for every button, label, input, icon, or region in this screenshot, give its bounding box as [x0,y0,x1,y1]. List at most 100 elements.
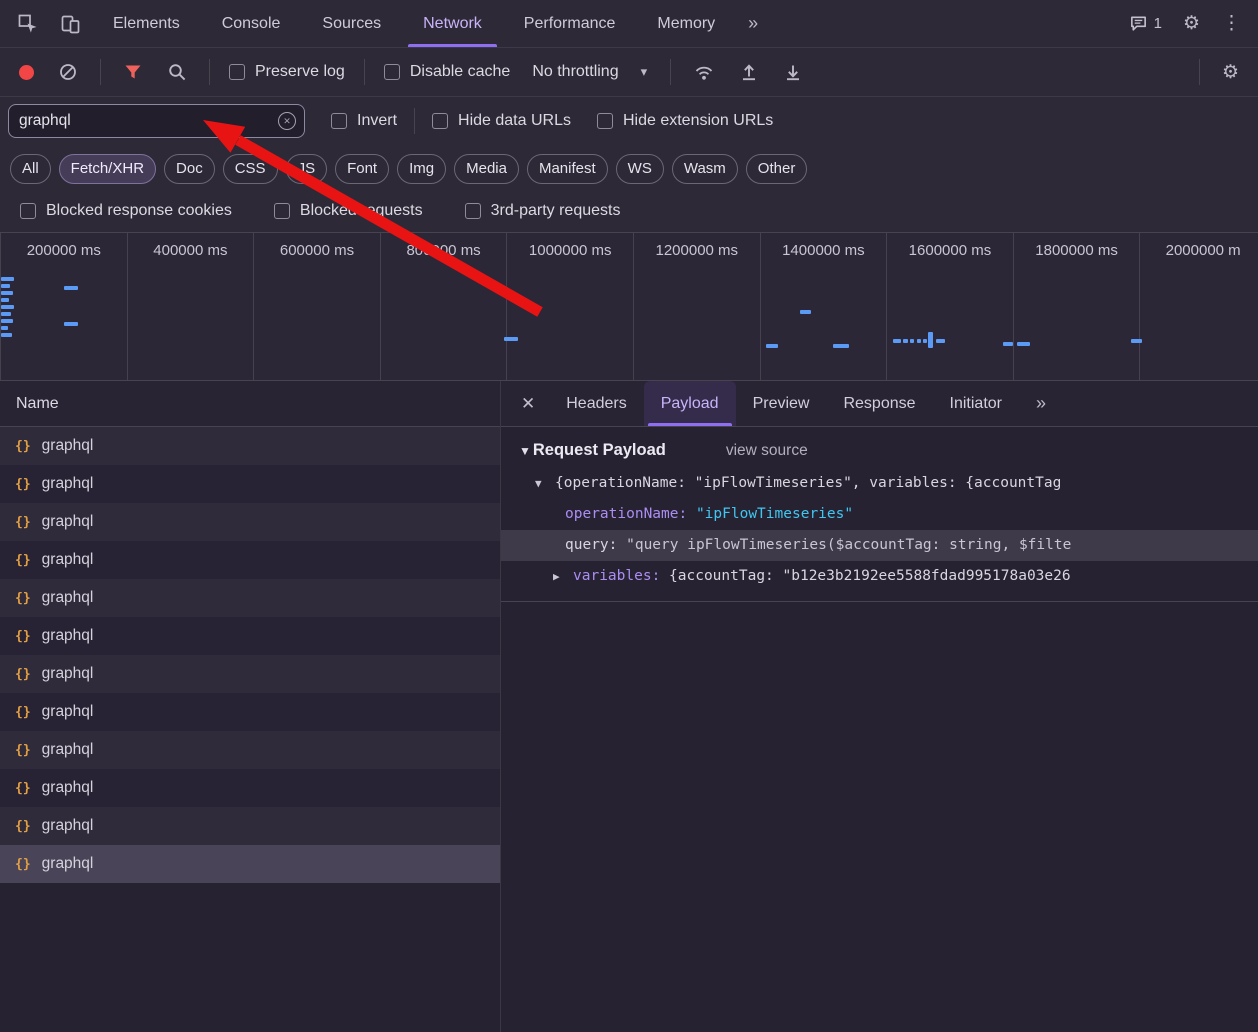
clear-filter-icon[interactable]: ✕ [278,112,296,130]
hide-extension-urls-checkbox[interactable]: Hide extension URLs [589,112,781,130]
payload-root-row[interactable]: ▼{operationName: "ipFlowTimeseries", var… [501,468,1258,499]
type-filter-doc[interactable]: Doc [164,154,215,184]
tab-sources[interactable]: Sources [301,0,402,47]
request-row[interactable]: {}graphql [0,541,500,579]
blocked-requests-checkbox[interactable]: Blocked requests [266,202,431,220]
payload-variables-row[interactable]: ▶variables: {accountTag: "b12e3b2192ee55… [501,561,1258,592]
filter-bar: ✕ Invert Hide data URLs Hide extension U… [0,97,1258,145]
payload-operation-row[interactable]: operationName: "ipFlowTimeseries" [501,499,1258,530]
expander-right-icon[interactable]: ▶ [553,561,567,592]
request-name: graphql [42,817,94,835]
request-row[interactable]: {}graphql [0,655,500,693]
request-rows: {}graphql {}graphql {}graphql {}graphql … [0,427,500,1032]
tab-network[interactable]: Network [402,0,503,47]
type-filter-fetch-xhr[interactable]: Fetch/XHR [59,154,156,184]
request-row[interactable]: {}graphql [0,769,500,807]
checkbox-box[interactable] [384,64,400,80]
detail-tab-headers[interactable]: Headers [549,381,643,426]
checkbox-box[interactable] [597,113,613,129]
json-request-icon: {} [15,667,31,682]
view-source-link[interactable]: view source [726,442,808,460]
type-filter-other[interactable]: Other [746,154,808,184]
detail-tab-initiator[interactable]: Initiator [933,381,1019,426]
tab-console[interactable]: Console [201,0,302,47]
detail-tabs: ✕ Headers Payload Preview Response Initi… [501,381,1258,427]
tab-performance[interactable]: Performance [503,0,637,47]
payload-query-row[interactable]: query: "query ipFlowTimeseries($accountT… [501,530,1258,561]
preserve-log-checkbox[interactable]: Preserve log [221,63,353,81]
throttling-select[interactable]: No throttling ▾ [520,63,659,81]
devtools-window: Elements Console Sources Network Perform… [0,0,1258,1032]
request-row[interactable]: {}graphql [0,427,500,465]
request-name: graphql [42,551,94,569]
name-column-header[interactable]: Name [0,381,500,427]
json-request-icon: {} [15,477,31,492]
detail-tab-preview[interactable]: Preview [736,381,827,426]
timeline-overview-bars [0,233,1258,380]
request-row[interactable]: {}graphql [0,617,500,655]
more-panels-icon[interactable]: » [736,0,770,47]
type-filter-media[interactable]: Media [454,154,519,184]
tab-elements[interactable]: Elements [92,0,201,47]
request-row-selected[interactable]: {}graphql [0,845,500,883]
inspect-element-icon[interactable] [6,0,49,47]
hide-data-urls-checkbox[interactable]: Hide data URLs [424,112,579,130]
filter-input[interactable]: ✕ [8,104,305,138]
detail-more-tabs-icon[interactable]: » [1019,381,1063,426]
disable-cache-label: Disable cache [410,63,511,81]
type-filter-css[interactable]: CSS [223,154,278,184]
type-filter-js[interactable]: JS [286,154,328,184]
expander-down-icon[interactable]: ▼ [535,468,549,499]
kebab-menu-icon[interactable]: ⋮ [1211,0,1252,47]
type-filter-all[interactable]: All [10,154,51,184]
close-details-icon[interactable]: ✕ [507,381,549,426]
clear-network-log-button[interactable] [47,62,89,82]
request-row[interactable]: {}graphql [0,465,500,503]
filter-text-field[interactable] [19,112,272,130]
checkbox-box[interactable] [229,64,245,80]
third-party-requests-checkbox[interactable]: 3rd-party requests [457,202,629,220]
json-request-icon: {} [15,515,31,530]
type-filter-wasm[interactable]: Wasm [672,154,738,184]
request-name: graphql [42,513,94,531]
request-row[interactable]: {}graphql [0,579,500,617]
export-har-icon[interactable] [772,62,814,82]
request-row[interactable]: {} graphql [0,503,500,541]
blocked-response-cookies-checkbox[interactable]: Blocked response cookies [12,202,240,220]
json-request-icon: {} [15,705,31,720]
collapse-section-icon[interactable]: ▼ [519,444,531,458]
network-settings-gear-icon[interactable]: ⚙ [1211,61,1250,84]
device-toolbar-icon[interactable] [49,0,92,47]
type-filter-manifest[interactable]: Manifest [527,154,608,184]
filter-toggle-button[interactable] [112,62,154,82]
detail-tab-response[interactable]: Response [826,381,932,426]
checkbox-box[interactable] [331,113,347,129]
disable-cache-checkbox[interactable]: Disable cache [376,63,519,81]
json-request-icon: {} [15,629,31,644]
console-messages-button[interactable]: 1 [1119,0,1172,47]
request-row[interactable]: {}graphql [0,693,500,731]
request-row[interactable]: {}graphql [0,731,500,769]
checkbox-box[interactable] [432,113,448,129]
json-request-icon: {} [15,781,31,796]
settings-gear-icon[interactable]: ⚙ [1172,0,1211,47]
json-request-icon: {} [15,857,31,872]
timeline-overview[interactable]: 200000 ms 400000 ms 600000 ms 800000 ms … [0,232,1258,381]
network-toolbar: Preserve log Disable cache No throttling… [0,48,1258,97]
network-conditions-icon[interactable] [682,62,726,82]
checkbox-box[interactable] [20,203,36,219]
type-filter-img[interactable]: Img [397,154,446,184]
checkbox-box[interactable] [465,203,481,219]
invert-checkbox[interactable]: Invert [323,112,405,130]
toolbar-divider [100,59,101,85]
record-network-log-button[interactable] [8,65,45,80]
tab-memory[interactable]: Memory [636,0,736,47]
type-filter-font[interactable]: Font [335,154,389,184]
detail-tab-payload[interactable]: Payload [644,381,736,426]
checkbox-box[interactable] [274,203,290,219]
type-filter-ws[interactable]: WS [616,154,664,184]
import-har-icon[interactable] [728,62,770,82]
request-name: graphql [42,589,94,607]
request-row[interactable]: {}graphql [0,807,500,845]
search-icon[interactable] [156,62,198,82]
